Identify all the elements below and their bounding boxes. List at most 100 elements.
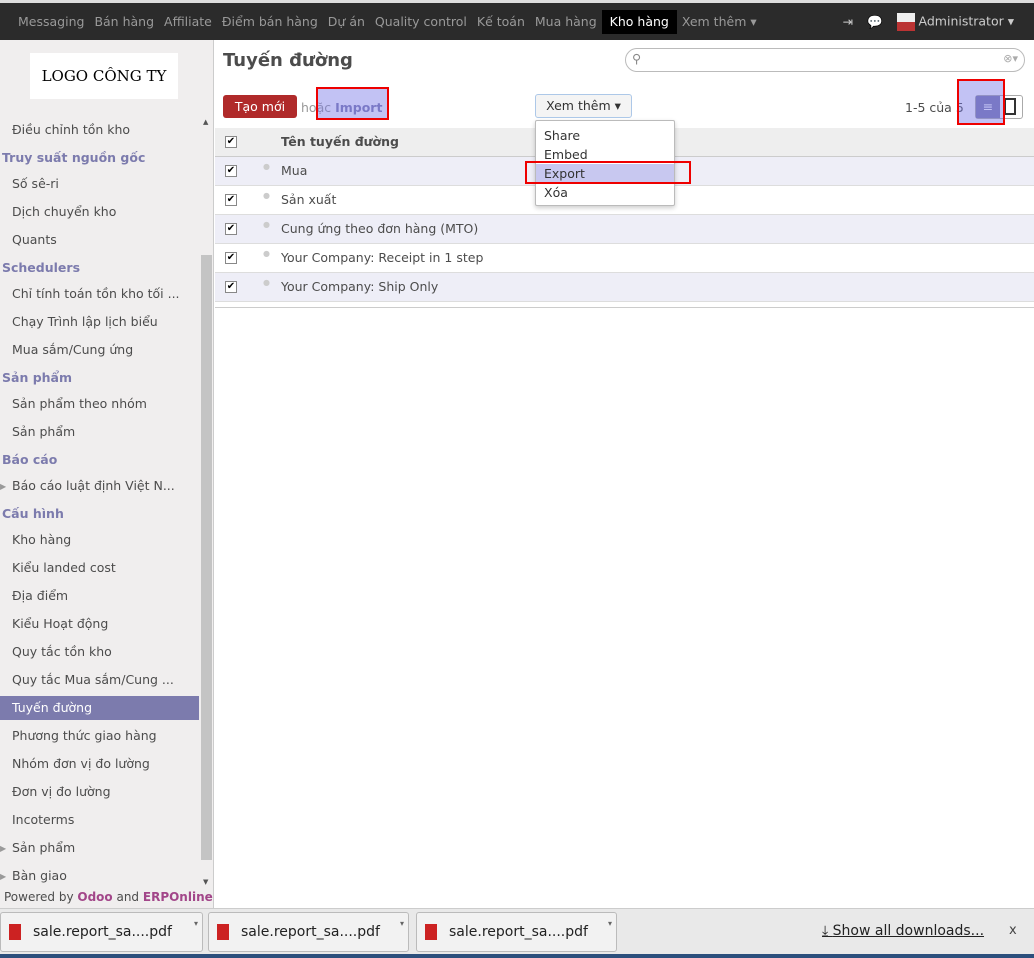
powered-and: and <box>112 890 143 904</box>
company-logo: LOGO CÔNG TY <box>30 53 178 99</box>
powered-text: Powered by <box>4 890 78 904</box>
sidebar-section-header: Truy suất nguồn gốc <box>2 150 146 165</box>
sidebar-item[interactable]: Incoterms <box>0 808 199 832</box>
close-downloads-button[interactable]: x <box>1009 923 1017 938</box>
sidebar-item[interactable]: Kiểu Hoạt động <box>0 612 199 636</box>
sidebar-item[interactable]: Số sê-ri <box>0 172 199 196</box>
chat-icon[interactable]: 💬 <box>867 14 883 30</box>
table-row[interactable]: ✔ ● Your Company: Ship Only <box>215 273 1034 302</box>
row-checkbox[interactable]: ✔ <box>225 223 237 235</box>
page-title: Tuyến đường <box>223 50 353 71</box>
sidebar-item[interactable]: Mua sắm/Cung ứng <box>0 338 199 362</box>
download-item[interactable]: sale.report_sa....pdf ▾ <box>416 912 617 952</box>
table-row[interactable]: ✔ ● Cung ứng theo đơn hàng (MTO) <box>215 215 1034 244</box>
scroll-up-icon[interactable]: ▲ <box>203 118 208 126</box>
sidebar: LOGO CÔNG TY Điều chỉnh tồn kho Truy suất… <box>0 40 214 908</box>
sidebar-item[interactable]: Quy tắc Mua sắm/Cung ... <box>0 668 199 692</box>
sidebar-item[interactable]: Báo cáo luật định Việt N... <box>0 474 199 498</box>
sidebar-item[interactable]: Bàn giao <box>0 864 199 888</box>
sidebar-section-header: Schedulers <box>2 260 81 275</box>
sidebar-section-header: Báo cáo <box>2 452 58 467</box>
show-all-downloads[interactable]: ⤓ Show all downloads... <box>822 923 984 939</box>
sidebar-item[interactable]: Địa điểm <box>0 584 199 608</box>
download-menu-icon[interactable]: ▾ <box>194 905 198 943</box>
search-input[interactable]: ⚲ ⊗▾ <box>625 48 1025 72</box>
pdf-icon <box>425 924 437 940</box>
row-checkbox[interactable]: ✔ <box>225 194 237 206</box>
sidebar-item[interactable]: Nhóm đơn vị đo lường <box>0 752 199 776</box>
search-options-icon[interactable]: ⊗▾ <box>1003 52 1018 65</box>
download-item[interactable]: sale.report_sa....pdf ▾ <box>208 912 409 952</box>
drag-handle-icon[interactable]: ● <box>263 191 270 201</box>
row-checkbox[interactable]: ✔ <box>225 165 237 177</box>
download-filename: sale.report_sa....pdf <box>449 924 588 940</box>
create-button[interactable]: Tạo mới <box>223 95 297 118</box>
sidebar-scrollbar[interactable] <box>201 255 212 860</box>
menu-item[interactable]: Bán hàng <box>89 10 159 34</box>
download-item[interactable]: sale.report_sa....pdf ▾ <box>0 912 203 952</box>
user-menu[interactable]: Administrator ▾ <box>896 12 1014 31</box>
show-all-label: Show all downloads... <box>832 923 985 939</box>
download-menu-icon[interactable]: ▾ <box>608 905 612 943</box>
column-header-name[interactable]: Tên tuyến đường <box>281 128 399 156</box>
sidebar-item[interactable]: Dịch chuyển kho <box>0 200 199 224</box>
sidebar-section-header: Sản phẩm <box>2 370 72 385</box>
table-row[interactable]: ✔ ● Your Company: Receipt in 1 step <box>215 244 1034 273</box>
sidebar-item[interactable]: Kho hàng <box>0 528 199 552</box>
sidebar-item[interactable]: Quy tắc tồn kho <box>0 640 199 664</box>
erponline-link[interactable]: ERPOnline <box>143 890 213 904</box>
sidebar-item[interactable]: Tuyến đường <box>0 696 199 720</box>
top-navbar: Messaging Bán hàng Affiliate Điểm bán hàng D… <box>0 0 1034 40</box>
menu-item[interactable]: Messaging <box>13 10 89 34</box>
menu-item[interactable]: Affiliate <box>159 10 217 34</box>
more-button[interactable]: Xem thêm ▾ <box>535 94 632 118</box>
sidebar-item[interactable]: Sản phẩm theo nhóm <box>0 392 199 416</box>
pdf-icon <box>217 924 229 940</box>
sidebar-item[interactable]: Điều chỉnh tồn kho <box>0 118 199 142</box>
sidebar-item[interactable]: Quants <box>0 228 199 252</box>
menu-item[interactable]: Xem thêm ▾ <box>677 10 762 34</box>
avatar <box>896 12 915 31</box>
sidebar-section-header: Cấu hình <box>2 506 64 521</box>
sidebar-item[interactable]: Sản phẩm <box>0 836 199 860</box>
sidebar-item[interactable]: Đơn vị đo lường <box>0 780 199 804</box>
row-checkbox[interactable]: ✔ <box>225 252 237 264</box>
drag-handle-icon[interactable]: ● <box>263 278 270 288</box>
sidebar-item[interactable]: Chỉ tính toán tồn kho tối ... <box>0 282 199 306</box>
menu-item[interactable]: Quality control <box>370 10 472 34</box>
pdf-icon <box>9 924 21 940</box>
user-name: Administrator ▾ <box>918 13 1014 28</box>
scroll-down-icon[interactable]: ▼ <box>203 878 208 886</box>
menu-item[interactable]: Mua hàng <box>530 10 602 34</box>
download-icon: ⤓ <box>822 923 833 939</box>
drag-handle-icon[interactable]: ● <box>263 220 270 230</box>
search-icon: ⚲ <box>632 51 642 66</box>
main-content: Tuyến đường ⚲ ⊗▾ Tạo mới hoặc Import Xem… <box>215 40 1034 908</box>
logout-icon[interactable]: ⇥ <box>842 14 852 29</box>
menu-item[interactable]: Điểm bán hàng <box>217 10 323 34</box>
select-all-checkbox[interactable]: ✔ <box>225 136 237 148</box>
dropdown-item[interactable]: Share <box>536 126 674 145</box>
form-view-icon[interactable] <box>1004 98 1016 115</box>
dropdown-item[interactable]: Xóa <box>536 183 674 202</box>
drag-handle-icon[interactable]: ● <box>263 249 270 259</box>
odoo-link[interactable]: Odoo <box>77 890 112 904</box>
sidebar-item[interactable]: Sản phẩm <box>0 420 199 444</box>
sidebar-item[interactable]: Kiểu landed cost <box>0 556 199 580</box>
pager: 1-5 của 5 <box>905 100 964 115</box>
drag-handle-icon[interactable]: ● <box>263 162 270 172</box>
menu-item[interactable]: Dự án <box>323 10 370 34</box>
app-menu: Messaging Bán hàng Affiliate Điểm bán hàng D… <box>13 3 762 40</box>
highlight-list-view <box>957 79 1005 125</box>
download-menu-icon[interactable]: ▾ <box>400 905 404 943</box>
highlight-import <box>316 87 389 120</box>
menu-item[interactable]: Kế toán <box>472 10 530 34</box>
sidebar-item[interactable]: Chạy Trình lập lịch biểu <box>0 310 199 334</box>
menu-item[interactable]: Kho hàng <box>601 9 677 34</box>
powered-by: Powered by Odoo and ERPOnline <box>0 890 213 908</box>
sidebar-item[interactable]: Phương thức giao hàng <box>0 724 199 748</box>
downloads-bar: sale.report_sa....pdf ▾ sale.report_sa....… <box>0 908 1034 954</box>
highlight-export <box>525 161 691 184</box>
row-checkbox[interactable]: ✔ <box>225 281 237 293</box>
table-footer <box>215 302 1034 308</box>
